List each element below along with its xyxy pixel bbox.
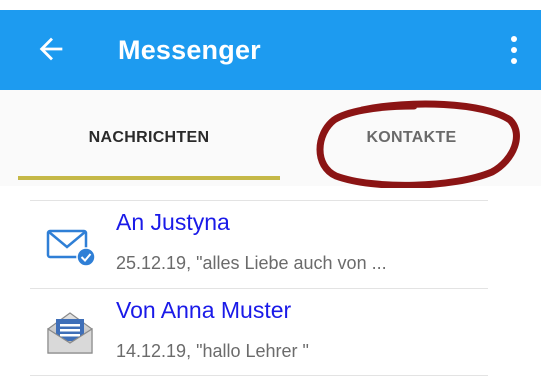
- tab-nachrichten[interactable]: NACHRICHTEN: [18, 90, 280, 186]
- message-contact-name: An Justyna: [116, 209, 230, 235]
- mail-open-icon: [47, 312, 93, 354]
- message-preview: 14.12.19, "hallo Lehrer ": [116, 341, 309, 361]
- mail-sent-icon: [46, 229, 96, 267]
- message-contact-name: Von Anna Muster: [116, 297, 292, 323]
- tab-indicator: [18, 176, 280, 180]
- tab-kontakte[interactable]: KONTAKTE: [282, 90, 541, 186]
- page-title: Messenger: [118, 35, 261, 65]
- app-bar: Messenger: [0, 10, 541, 90]
- arrow-left-icon[interactable]: [34, 32, 68, 66]
- tab-bar: NACHRICHTEN KONTAKTE: [0, 90, 541, 186]
- list-item[interactable]: An Justyna 25.12.19, "alles Liebe auch v…: [30, 200, 488, 287]
- message-preview: 25.12.19, "alles Liebe auch von ...: [116, 253, 387, 273]
- more-vert-icon[interactable]: [504, 30, 524, 70]
- list-item[interactable]: Von Anna Muster 14.12.19, "hallo Lehrer …: [30, 288, 488, 376]
